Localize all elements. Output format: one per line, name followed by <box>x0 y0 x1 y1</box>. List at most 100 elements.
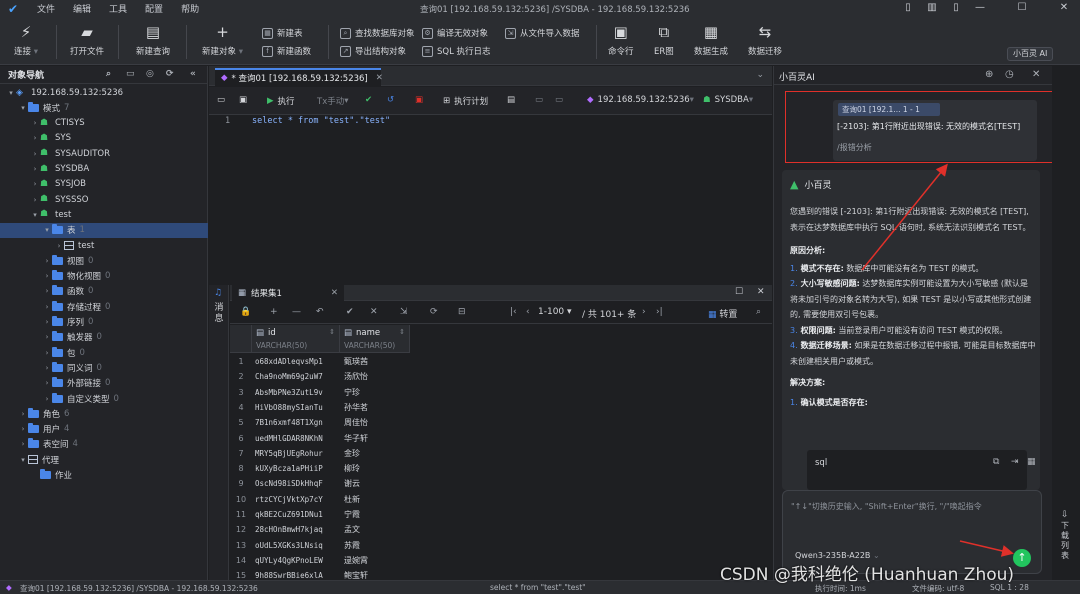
layout-split-icon[interactable]: ▥ <box>920 0 944 17</box>
expand-toggle-icon[interactable]: › <box>42 333 52 341</box>
insert-code-icon[interactable]: ⇥ <box>1011 457 1019 467</box>
table-row[interactable]: 8 kUXyBcza1aPHiiP 柳玲 <box>230 461 412 476</box>
tree-folder-4[interactable]: › 序列 0 <box>0 315 208 330</box>
cell-id[interactable]: o68xdADleqvsMp1 <box>252 357 340 366</box>
cmd-button[interactable]: ▣ 命令行 <box>608 23 634 57</box>
cell-id[interactable]: OscNd98iSDkHhqF <box>252 479 340 488</box>
minimize-button[interactable]: — <box>968 0 992 17</box>
add-row-icon[interactable]: + <box>270 307 278 317</box>
cell-name[interactable]: 杜新 <box>340 494 410 505</box>
stop-icon[interactable]: ▣ <box>415 95 423 105</box>
rollback-icon[interactable]: ↺ <box>387 95 394 105</box>
download-icon[interactable]: ⇩ <box>1061 510 1069 520</box>
open-file-button[interactable]: ▰ 打开文件 <box>70 23 104 57</box>
expand-toggle-icon[interactable]: ▾ <box>18 104 28 112</box>
search-icon[interactable]: ⌕ <box>106 69 111 79</box>
expand-toggle-icon[interactable]: › <box>42 272 52 280</box>
tree-schema-syssso[interactable]: › ☗ SYSSSO <box>0 192 208 207</box>
expand-toggle-icon[interactable]: › <box>42 318 52 326</box>
menu-tools[interactable]: 工具 <box>100 2 136 15</box>
cell-id[interactable]: rtzCYCjVktXp7cY <box>252 495 340 504</box>
tree-folder-9[interactable]: › 自定义类型 0 <box>0 391 208 406</box>
tree-folder-1[interactable]: › 物化视图 0 <box>0 269 208 284</box>
filter-result-icon[interactable]: ⊟ <box>458 307 466 317</box>
comment-icon[interactable]: ▭ <box>535 95 543 105</box>
expand-toggle-icon[interactable]: ▾ <box>30 211 40 219</box>
expand-toggle-icon[interactable]: › <box>30 196 40 204</box>
zoom-icon[interactable]: ⌕ <box>756 307 761 317</box>
tree-schema-sysdba[interactable]: › ☗ SYSDBA <box>0 162 208 177</box>
expand-toggle-icon[interactable]: ▾ <box>18 456 28 464</box>
cell-name[interactable]: 甄瑛茜 <box>340 356 410 367</box>
cell-id[interactable]: kUXyBcza1aPHiiP <box>252 464 340 473</box>
close-tab-icon[interactable]: ✕ <box>376 73 383 83</box>
close-ai-icon[interactable]: ✕ <box>1032 69 1040 80</box>
table-row[interactable]: 4 HiVbO88mySIanTu 孙华茗 <box>230 400 412 415</box>
tree-folder-0[interactable]: › 视图 0 <box>0 253 208 268</box>
layout-left-icon[interactable]: ▯ <box>896 0 920 17</box>
execute-button[interactable]: ▶ 执行 <box>267 95 295 107</box>
menu-help[interactable]: 帮助 <box>172 2 208 15</box>
tree-schema-sysjob[interactable]: › ☗ SYSJOB <box>0 177 208 192</box>
table-row[interactable]: 2 Cha9noMm69g2uW7 汤欣怡 <box>230 369 412 384</box>
menu-config[interactable]: 配置 <box>136 2 172 15</box>
export-result-icon[interactable]: ⇲ <box>400 307 408 317</box>
messages-panel-toggle[interactable]: ♫ 消息 <box>209 285 229 580</box>
prev-page-icon[interactable]: ‹ <box>526 307 530 317</box>
uncomment-icon[interactable]: ▭ <box>555 95 563 105</box>
tree-schema-sysauditor[interactable]: › ☗ SYSAUDITOR <box>0 146 208 161</box>
commit-icon[interactable]: ✔ <box>365 95 372 105</box>
tree-users[interactable]: › 用户 4 <box>0 422 208 437</box>
cell-name[interactable]: 金珍 <box>340 448 410 459</box>
cell-id[interactable]: qUYLy4QgKPnoLEW <box>252 556 340 565</box>
er-button[interactable]: ⧉ ER图 <box>654 23 674 57</box>
first-page-icon[interactable]: |‹ <box>510 307 517 317</box>
tree-folder-8[interactable]: › 外部链接 0 <box>0 376 208 391</box>
close-window-button[interactable]: ✕ <box>1052 0 1076 17</box>
table-row[interactable]: 6 uedMHlGDAR8NKhN 华子轩 <box>230 431 412 446</box>
table-row[interactable]: 3 AbsMbPNe3ZutL9v 宁珍 <box>230 385 412 400</box>
expand-toggle-icon[interactable]: › <box>18 410 28 418</box>
tree-roles[interactable]: › 角色 6 <box>0 406 208 421</box>
expand-toggle-icon[interactable]: ▾ <box>6 89 16 97</box>
expand-toggle-icon[interactable]: › <box>42 257 52 265</box>
save-as-icon[interactable]: ▭ <box>217 95 225 105</box>
download-list-toggle[interactable]: 下载列表 <box>1059 521 1071 561</box>
table-row[interactable]: 13 oUdL5XGKs3LNsiq 苏霞 <box>230 538 412 553</box>
cell-id[interactable]: 28cHOnBmwH7kjaq <box>252 525 340 534</box>
tab-list-icon[interactable]: ⌄ <box>756 70 764 80</box>
cell-id[interactable]: qkBE2CuZ691DNu1 <box>252 510 340 519</box>
exec-plan-button[interactable]: ⊞ 执行计划 <box>443 95 488 107</box>
expand-toggle-icon[interactable]: › <box>42 287 52 295</box>
expand-toggle-icon[interactable]: › <box>30 134 40 142</box>
table-row[interactable]: 5 7B1n6xmf48T1Xgn 周佳怡 <box>230 415 412 430</box>
tree-tablespace[interactable]: › 表空间 4 <box>0 437 208 452</box>
apply-icon[interactable]: ✔ <box>346 307 354 317</box>
expand-toggle-icon[interactable]: › <box>30 165 40 173</box>
compile-invalid-button[interactable]: ⚙ 编译无效对象 <box>422 27 488 39</box>
expand-toggle-icon[interactable]: › <box>30 150 40 158</box>
tx-mode-select[interactable]: Tx手动 ▾ <box>317 95 349 107</box>
tree-folder-7[interactable]: › 同义词 0 <box>0 360 208 375</box>
expand-toggle-icon[interactable]: › <box>54 242 64 250</box>
cell-name[interactable]: 宁霞 <box>340 509 410 520</box>
expand-toggle-icon[interactable]: › <box>30 119 40 127</box>
tab-resultset1[interactable]: ▦ 结果集1 ✕ <box>232 285 344 301</box>
tree-folder-3[interactable]: › 存储过程 0 <box>0 299 208 314</box>
tree-agent[interactable]: ▾ 代理 <box>0 452 208 467</box>
cell-name[interactable]: 谢云 <box>340 478 410 489</box>
cell-name[interactable]: 逯婉霄 <box>340 555 410 566</box>
cell-name[interactable]: 柳玲 <box>340 463 410 474</box>
cell-id[interactable]: AbsMbPNe3ZutL9v <box>252 388 340 397</box>
expand-toggle-icon[interactable]: › <box>42 349 52 357</box>
expand-toggle-icon[interactable]: › <box>42 364 52 372</box>
cell-name[interactable]: 汤欣怡 <box>340 371 410 382</box>
tree-folder-2[interactable]: › 函数 0 <box>0 284 208 299</box>
cell-name[interactable]: 苏霞 <box>340 540 410 551</box>
page-range-select[interactable]: 1-100 ▾ <box>538 307 572 317</box>
cell-name[interactable]: 孟文 <box>340 524 410 535</box>
cell-name[interactable]: 宁珍 <box>340 387 410 398</box>
sql-text[interactable]: select * from "test"."test" <box>252 116 390 126</box>
cancel-icon[interactable]: ✕ <box>370 307 378 317</box>
table-row[interactable]: 14 qUYLy4QgKPnoLEW 逯婉霄 <box>230 553 412 568</box>
